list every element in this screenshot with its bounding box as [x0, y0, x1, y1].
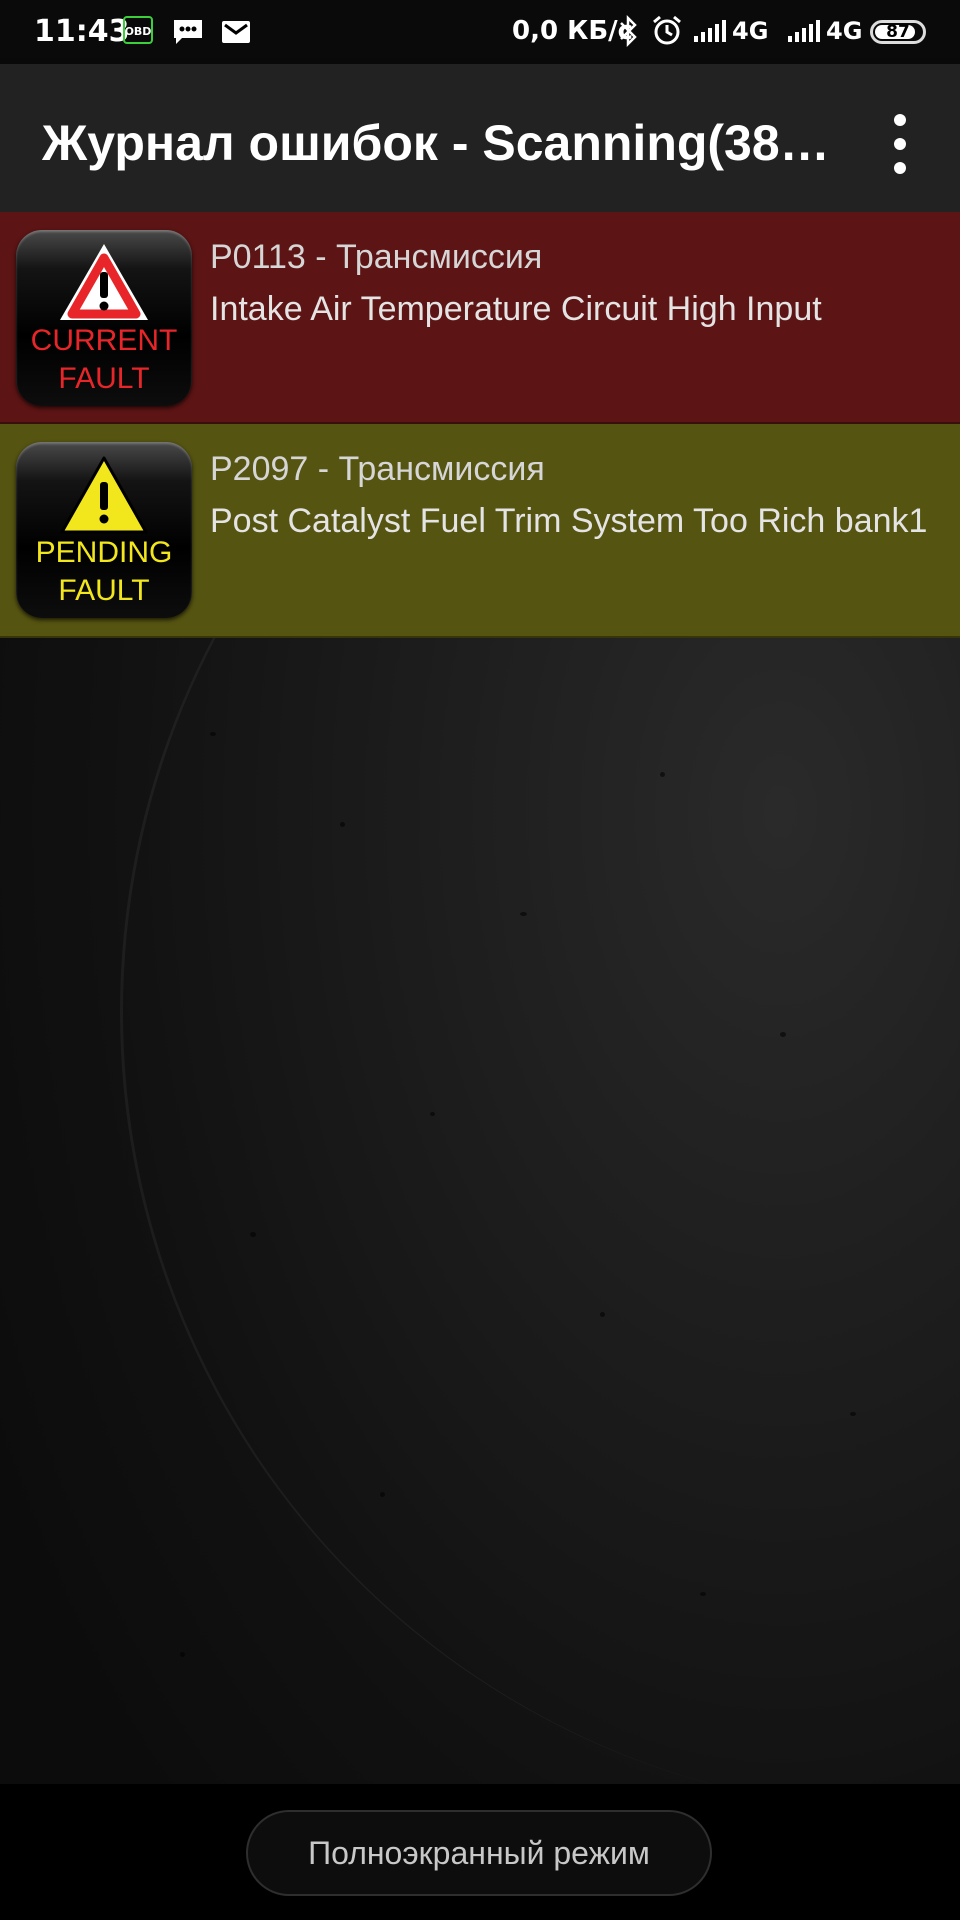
- message-icon: [174, 20, 202, 44]
- badge-line-1: CURRENT: [30, 324, 178, 357]
- current-fault-badge: CURRENT FAULT: [16, 230, 192, 406]
- battery-level: 87: [886, 22, 910, 42]
- fault-row-pending[interactable]: PENDING FAULT P2097 - Трансмиссия Post C…: [0, 424, 960, 638]
- network-type-1: 4G: [732, 17, 769, 45]
- badge-line-2: FAULT: [58, 362, 150, 395]
- bottom-bar: Полноэкранный режим: [0, 1784, 960, 1920]
- status-bar: 11:43 OBD 0,0 КБ/с 4G 4G 87: [0, 0, 960, 64]
- page-title: Журнал ошибок - Scanning(38…: [42, 115, 830, 171]
- fault-description: Intake Air Temperature Circuit High Inpu…: [210, 290, 822, 328]
- obd-icon: OBD: [123, 16, 153, 44]
- svg-text:OBD: OBD: [125, 25, 152, 38]
- bluetooth-icon: [620, 14, 637, 48]
- fault-code: P2097 - Трансмиссия: [210, 450, 545, 488]
- alarm-icon: [653, 15, 681, 45]
- more-options-icon[interactable]: [880, 114, 920, 174]
- mail-icon: [222, 21, 250, 43]
- fullscreen-button[interactable]: Полноэкранный режим: [246, 1810, 712, 1896]
- signal-icon-2: [788, 20, 820, 42]
- signal-icon: [694, 20, 726, 42]
- status-time: 11:43: [34, 14, 130, 49]
- badge-line-2: FAULT: [58, 574, 150, 607]
- warning-icon: [60, 456, 148, 534]
- fault-row-current[interactable]: CURRENT FAULT P0113 - Трансмиссия Intake…: [0, 212, 960, 424]
- screen: 11:43 OBD 0,0 КБ/с 4G 4G 87 Журнал ошибо…: [0, 0, 960, 1920]
- app-bar: Журнал ошибок - Scanning(38…: [0, 64, 960, 212]
- badge-line-1: PENDING: [35, 536, 173, 569]
- network-speed: 0,0 КБ/с: [512, 16, 634, 46]
- pending-fault-badge: PENDING FAULT: [16, 442, 192, 618]
- warning-icon: [60, 244, 148, 320]
- battery-icon: 87: [870, 20, 926, 44]
- fault-description: Post Catalyst Fuel Trim System Too Rich …: [210, 502, 928, 540]
- network-type-2: 4G: [826, 17, 863, 45]
- fault-code: P0113 - Трансмиссия: [210, 238, 543, 276]
